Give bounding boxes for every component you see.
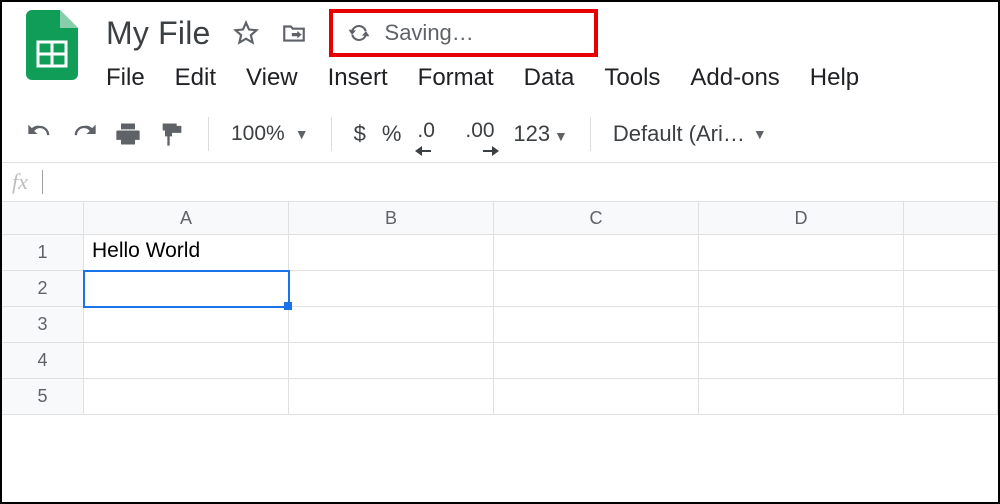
cell-c5[interactable]: [494, 379, 699, 415]
redo-icon[interactable]: [70, 120, 98, 148]
cell-c3[interactable]: [494, 307, 699, 343]
menu-help[interactable]: Help: [810, 64, 859, 92]
cell-b3[interactable]: [289, 307, 494, 343]
cell[interactable]: [904, 307, 998, 343]
col-header-extra[interactable]: [904, 202, 998, 235]
cell-d1[interactable]: [699, 235, 904, 271]
caret-down-icon: ▼: [550, 128, 568, 144]
print-icon[interactable]: [114, 120, 142, 148]
sync-icon: [347, 21, 371, 45]
cell-d4[interactable]: [699, 343, 904, 379]
fx-input[interactable]: [42, 170, 43, 194]
saving-status: Saving…: [329, 9, 598, 57]
font-value: Default (Ari…: [613, 121, 745, 147]
cell-b4[interactable]: [289, 343, 494, 379]
fx-label: fx: [12, 169, 28, 195]
zoom-value: 100%: [231, 122, 285, 146]
col-header-c[interactable]: C: [494, 202, 699, 235]
cell-d2[interactable]: [699, 271, 904, 307]
cell-a1[interactable]: Hello World: [84, 235, 289, 271]
row-header[interactable]: 1: [2, 235, 84, 271]
cell-d3[interactable]: [699, 307, 904, 343]
cell-a3[interactable]: [84, 307, 289, 343]
star-icon[interactable]: [233, 20, 259, 46]
caret-down-icon: ▼: [295, 126, 309, 142]
menu-bar: File Edit View Insert Format Data Tools …: [106, 56, 998, 106]
format-percent[interactable]: %: [382, 121, 402, 147]
spreadsheet-grid[interactable]: A B C D 1 Hello World 2 3 4 5: [2, 202, 998, 415]
cell[interactable]: [904, 379, 998, 415]
cell[interactable]: [904, 343, 998, 379]
toolbar: 100% ▼ $ % .0 .00 123 ▼ Default (Ari… ▼: [2, 106, 998, 162]
menu-edit[interactable]: Edit: [175, 64, 216, 92]
number-format[interactable]: 123 ▼: [513, 121, 567, 147]
cell-b1[interactable]: [289, 235, 494, 271]
font-select[interactable]: Default (Ari… ▼: [613, 121, 767, 147]
menu-format[interactable]: Format: [418, 64, 494, 92]
zoom-select[interactable]: 100% ▼: [231, 122, 309, 146]
cell-d5[interactable]: [699, 379, 904, 415]
cell[interactable]: [904, 235, 998, 271]
cell-c4[interactable]: [494, 343, 699, 379]
undo-icon[interactable]: [26, 120, 54, 148]
paint-format-icon[interactable]: [158, 120, 186, 148]
decrease-decimal[interactable]: .0: [417, 120, 449, 148]
cell[interactable]: [904, 271, 998, 307]
menu-data[interactable]: Data: [524, 64, 575, 92]
menu-tools[interactable]: Tools: [604, 64, 660, 92]
row-header[interactable]: 2: [2, 271, 84, 307]
row-header[interactable]: 3: [2, 307, 84, 343]
selection-handle[interactable]: [284, 302, 292, 310]
cell-a5[interactable]: [84, 379, 289, 415]
row-header[interactable]: 5: [2, 379, 84, 415]
move-to-folder-icon[interactable]: [281, 20, 307, 46]
menu-view[interactable]: View: [246, 64, 298, 92]
select-all-corner[interactable]: [2, 202, 84, 235]
col-header-b[interactable]: B: [289, 202, 494, 235]
saving-label: Saving…: [385, 20, 474, 46]
col-header-a[interactable]: A: [84, 202, 289, 235]
increase-decimal[interactable]: .00: [465, 120, 497, 148]
doc-title[interactable]: My File: [106, 15, 211, 52]
caret-down-icon: ▼: [753, 126, 767, 142]
cell-b5[interactable]: [289, 379, 494, 415]
sheets-app-icon[interactable]: [26, 10, 78, 80]
cell-b2[interactable]: [289, 271, 494, 307]
format-currency[interactable]: $: [354, 121, 366, 147]
cell-a2-selected[interactable]: [84, 271, 289, 307]
cell-c2[interactable]: [494, 271, 699, 307]
cell-a4[interactable]: [84, 343, 289, 379]
col-header-d[interactable]: D: [699, 202, 904, 235]
menu-file[interactable]: File: [106, 64, 145, 92]
menu-insert[interactable]: Insert: [328, 64, 388, 92]
cell-c1[interactable]: [494, 235, 699, 271]
row-header[interactable]: 4: [2, 343, 84, 379]
menu-addons[interactable]: Add-ons: [690, 64, 779, 92]
